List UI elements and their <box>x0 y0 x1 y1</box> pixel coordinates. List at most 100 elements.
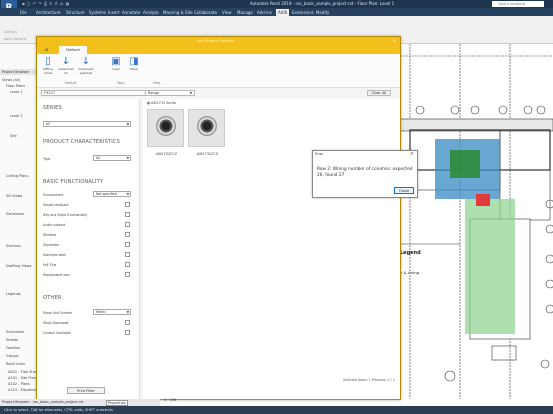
chevron-down-icon: ▼ <box>126 310 129 314</box>
quick-access-toolbar[interactable]: ▪ ◻ ↶ ↷ ⎙ ✎ A ◎ ▦ <box>22 1 70 6</box>
tab-systems[interactable]: Systems <box>89 10 106 15</box>
browser-item[interactable]: Sheets <box>6 338 18 342</box>
tab-axis[interactable]: AXIS <box>276 8 290 16</box>
error-dialog: Error × Row 2: Wrong number of columns: … <box>312 150 418 198</box>
download-all-button[interactable]: ↓ Download All <box>57 56 75 75</box>
tab-add-ins[interactable]: Add-Ins <box>257 10 272 15</box>
filter-checkbox[interactable] <box>125 242 130 247</box>
range-select[interactable]: Range ▼ <box>145 90 195 96</box>
browser-item[interactable]: Level 2 <box>10 114 23 118</box>
type-select[interactable]: All ▼ <box>93 155 131 161</box>
drawing-canvas[interactable]: Legend n & Living <box>399 44 553 399</box>
tab-default[interactable]: Default <box>59 46 87 54</box>
custom-available-checkbox[interactable] <box>125 330 130 335</box>
show-download-checkbox[interactable] <box>125 320 130 325</box>
unit-system-select[interactable]: Metric ▼ <box>93 309 131 315</box>
range-value: Range <box>148 91 160 95</box>
status-text: Click to select, TAB for alternates, CTR… <box>4 408 114 412</box>
environment-select[interactable]: Not specified ▼ <box>93 191 131 197</box>
close-icon[interactable]: × <box>410 151 414 157</box>
filter-panel: SERIES All ▼ PRODUCT CHARACTERISTICS Type… <box>37 99 140 399</box>
tab-extensions[interactable]: Extensions <box>292 10 314 15</box>
browser-item[interactable]: Views (all) <box>2 78 20 82</box>
browser-item[interactable]: Revit Links <box>6 362 25 366</box>
browser-item[interactable]: Ceiling Plans <box>6 174 28 178</box>
browser-item[interactable]: Groups <box>6 354 18 358</box>
home-icon[interactable]: ⌂ <box>45 47 48 53</box>
download-selected-button[interactable]: ↓ Download selected <box>77 56 95 75</box>
browser-item[interactable]: Sections <box>6 244 21 248</box>
ribbon-tab-bar: File Architecture Structure Systems Inse… <box>0 8 553 16</box>
filter-option-label: Stainless steel <box>43 253 67 257</box>
product-selector-tabbar: ⌂ Default <box>37 45 400 54</box>
print-filter-button[interactable]: Print Filter <box>67 387 105 394</box>
tab-insert[interactable]: Insert <box>108 10 119 15</box>
type-label: Type <box>43 157 51 161</box>
tab-collaborate[interactable]: Collaborate <box>194 10 217 15</box>
browser-item[interactable]: 3D Views <box>6 194 22 198</box>
download-icon: ↓ <box>81 56 91 67</box>
tab-file[interactable]: File <box>20 10 27 15</box>
download-selected-label: Download selected <box>78 67 94 75</box>
tab-manage[interactable]: Manage <box>237 10 253 15</box>
filter-checkbox[interactable] <box>125 272 130 277</box>
error-message: Row 2: Wrong number of columns: expected… <box>317 167 413 178</box>
load-label: Load <box>112 67 120 71</box>
product-card[interactable]: AXIS F3227-E <box>188 109 225 156</box>
environment-value: Not specified <box>96 192 117 196</box>
legend-label: Legend <box>400 250 421 256</box>
browser-item[interactable]: Floor Plans <box>6 84 25 88</box>
revit-app: R ▪ ◻ ↶ ↷ ⎙ ✎ A ◎ ▦ Autodesk Revit 2019 … <box>0 0 553 414</box>
product-search-input[interactable]: F3227⊗ <box>41 90 149 96</box>
browser-item[interactable]: Level 1 <box>10 90 23 94</box>
place-button[interactable]: ◨ Place <box>125 56 143 72</box>
tab-analyze[interactable]: Analyze <box>143 10 159 15</box>
product-selector-titlebar[interactable]: Axis Product Selector ✕ <box>37 37 400 45</box>
browser-item[interactable]: A101 - Site Plan <box>8 376 36 380</box>
browser-item[interactable]: Families <box>6 346 20 350</box>
browser-item[interactable]: Schedules <box>6 330 24 334</box>
keyword-search[interactable]: Type a keyword <box>492 1 544 7</box>
browser-item[interactable]: A001 - Title Sheet <box>8 370 39 374</box>
breadcrumb-label: AXIS F32 Series <box>151 101 177 105</box>
other-heading: OTHER <box>43 295 62 301</box>
group-default: Default <box>65 81 77 85</box>
product-selector-title: Axis Product Selector <box>197 38 235 43</box>
filter-checkbox[interactable] <box>125 252 130 257</box>
chevron-down-icon: ▼ <box>126 156 129 160</box>
filter-checkbox[interactable] <box>125 202 130 207</box>
tab-annotate[interactable]: Annotate <box>122 10 140 15</box>
chevron-down-icon: ▼ <box>126 122 129 126</box>
load-button[interactable]: ▣ Load <box>107 56 125 72</box>
filter-checkbox[interactable] <box>125 222 130 227</box>
browser-item[interactable]: Site <box>10 134 17 138</box>
tab-project-browser[interactable]: Project Browser - rac_basic_sample_proje… <box>2 400 83 404</box>
product-card[interactable]: AXIS F3227-E <box>147 109 184 156</box>
download-all-label: Download All <box>58 67 74 75</box>
browser-item[interactable]: Drafting Views <box>6 264 31 268</box>
filter-checkbox[interactable] <box>125 212 130 217</box>
close-button[interactable]: Close <box>394 187 414 194</box>
series-select[interactable]: All ▼ <box>43 121 131 127</box>
custom-available-label: Custom Available <box>43 331 71 335</box>
browser-item[interactable]: Legends <box>6 292 21 296</box>
load-icon: ▣ <box>111 56 121 67</box>
filter-checkbox[interactable] <box>125 232 130 237</box>
tab-modify[interactable]: Modify <box>316 10 329 15</box>
window-title: Autodesk Revit 2019 - rac_basic_sample_p… <box>250 1 395 6</box>
tab-architecture[interactable]: Architecture <box>36 10 61 15</box>
browser-item[interactable]: Elevations <box>6 212 24 216</box>
environment-label: Environment <box>43 193 64 197</box>
clear-all-button[interactable]: Clear All <box>367 90 391 96</box>
browser-item[interactable]: A102 - Plans <box>8 382 30 386</box>
offline-mode-button[interactable]: ▯ Offline mode <box>39 56 57 75</box>
view-scale[interactable]: 1 : 100 <box>164 398 176 402</box>
tab-structure[interactable]: Structure <box>66 10 85 15</box>
filter-option-label: Zipstream <box>43 243 60 247</box>
group-help: Help <box>153 81 161 85</box>
tab-massing-site[interactable]: Massing & Site <box>163 10 193 15</box>
product-name: AXIS F3227-E <box>196 152 219 156</box>
tab-view[interactable]: View <box>222 10 232 15</box>
close-icon[interactable]: ✕ <box>393 38 396 43</box>
filter-checkbox[interactable] <box>125 262 130 267</box>
